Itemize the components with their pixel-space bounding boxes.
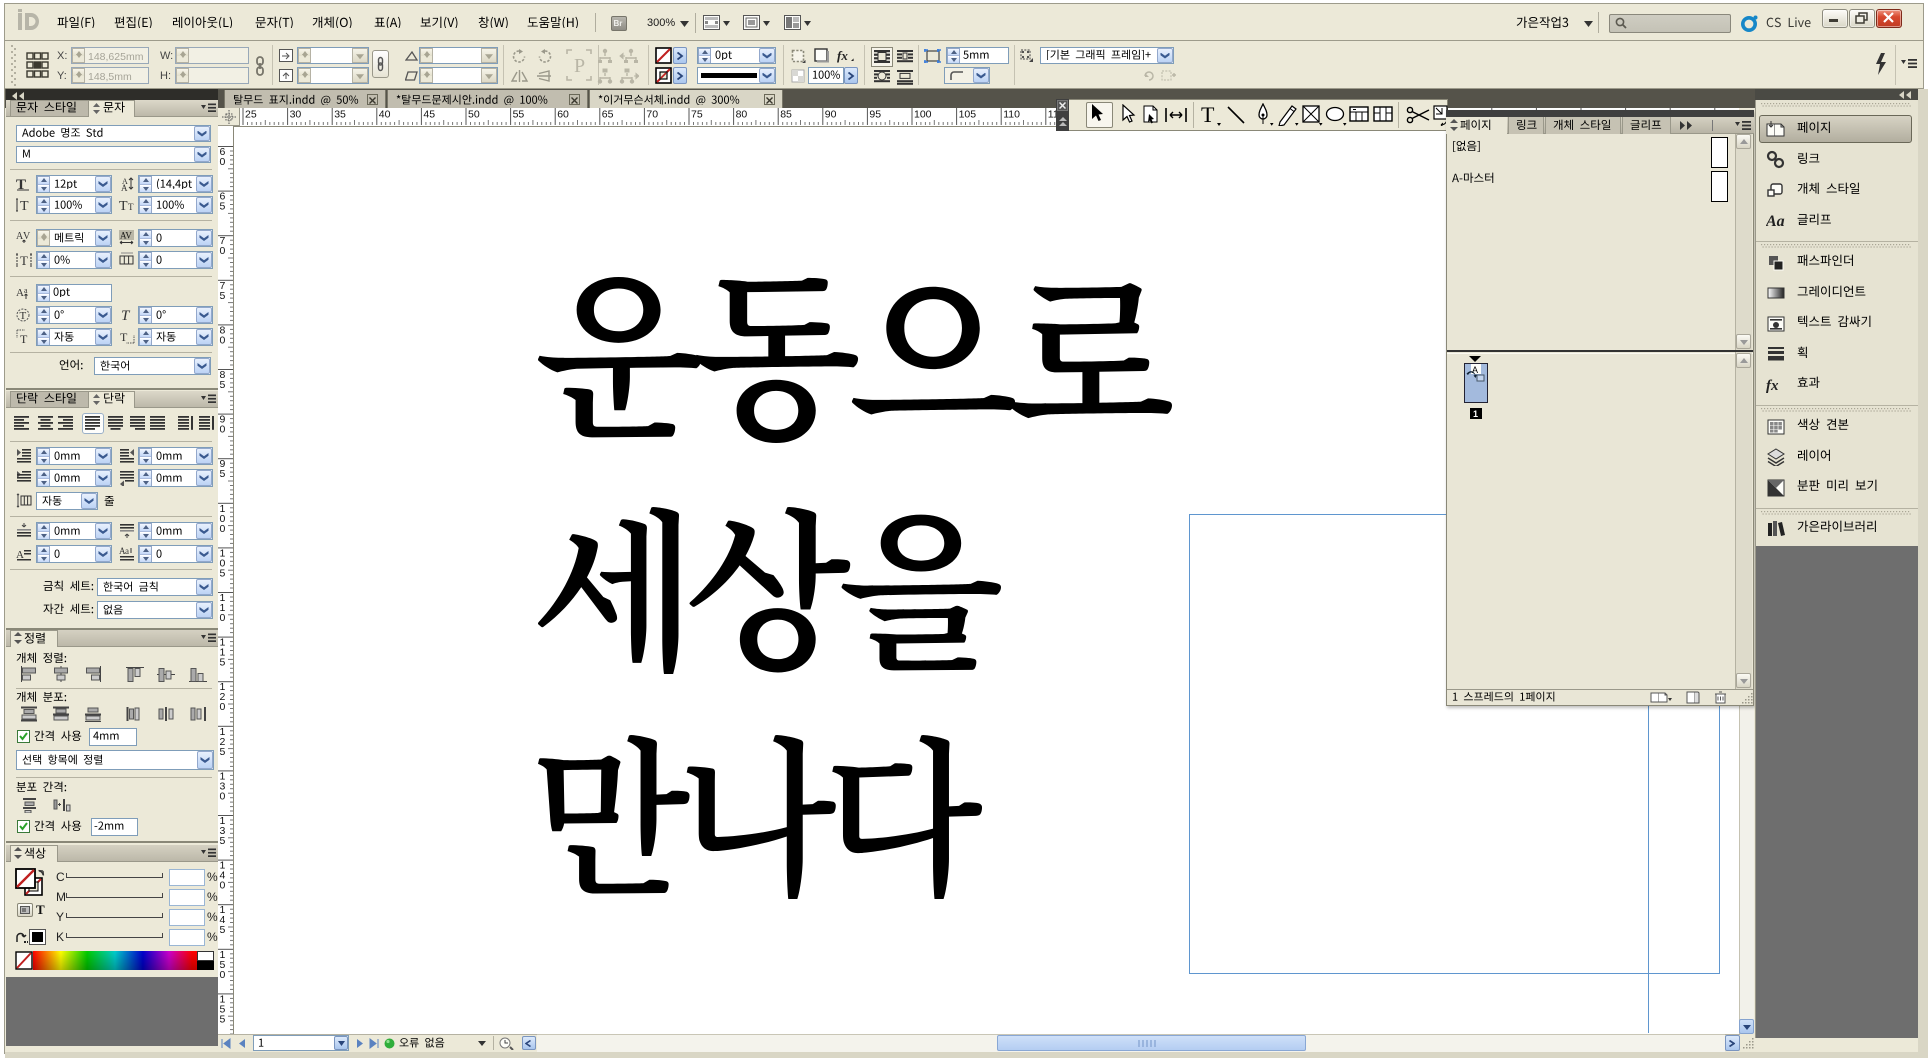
svg-text:T: T <box>128 202 134 212</box>
svg-text:5: 5 <box>220 379 226 391</box>
svg-text:5: 5 <box>220 1013 226 1025</box>
svg-text:A: A <box>1472 365 1478 375</box>
svg-text:a: a <box>125 546 129 556</box>
svg-text:0: 0 <box>220 790 226 802</box>
svg-text:5: 5 <box>220 746 226 758</box>
svg-text:5: 5 <box>220 201 226 213</box>
svg-text:25: 25 <box>245 109 257 121</box>
svg-text:55: 55 <box>513 109 525 121</box>
svg-text:85: 85 <box>780 109 792 121</box>
svg-text:110: 110 <box>1003 109 1020 121</box>
svg-text:90: 90 <box>825 109 837 121</box>
svg-text:95: 95 <box>869 109 881 121</box>
svg-text:0: 0 <box>220 245 226 257</box>
svg-text:0: 0 <box>220 969 226 981</box>
svg-text:T: T <box>20 310 27 322</box>
svg-text:45: 45 <box>423 109 435 121</box>
svg-text:P: P <box>574 55 585 77</box>
svg-text:T: T <box>120 330 128 344</box>
svg-text:0: 0 <box>220 424 226 436</box>
svg-text:5: 5 <box>220 924 226 936</box>
svg-text:5: 5 <box>220 657 226 669</box>
svg-text:T: T <box>20 199 29 213</box>
svg-text:T: T <box>121 308 131 323</box>
svg-text:0: 0 <box>220 334 226 346</box>
svg-text:35: 35 <box>334 109 346 121</box>
svg-text:AV: AV <box>120 231 132 241</box>
svg-text:50: 50 <box>468 109 480 121</box>
svg-text:65: 65 <box>602 109 614 121</box>
svg-text:5: 5 <box>220 468 226 480</box>
svg-text:T: T <box>20 253 28 268</box>
svg-text:T: T <box>20 332 28 345</box>
svg-text:80: 80 <box>736 109 748 121</box>
svg-text:T: T <box>1201 104 1215 126</box>
svg-text:A: A <box>121 183 128 192</box>
svg-text:0: 0 <box>220 523 226 535</box>
svg-text:Aa: Aa <box>1766 213 1785 230</box>
svg-text:0: 0 <box>220 156 226 168</box>
svg-text:5: 5 <box>220 835 226 847</box>
svg-text:5: 5 <box>220 567 226 579</box>
svg-text:fx: fx <box>837 49 848 63</box>
svg-text:0: 0 <box>220 701 226 713</box>
svg-text:100: 100 <box>914 109 932 121</box>
svg-text:a: a <box>24 286 28 295</box>
svg-text:T: T <box>119 199 128 213</box>
svg-text:fx: fx <box>1766 378 1779 394</box>
svg-text:5: 5 <box>220 290 226 302</box>
svg-text:60: 60 <box>557 109 569 121</box>
svg-text:70: 70 <box>646 109 658 121</box>
svg-text:75: 75 <box>691 109 703 121</box>
svg-text:0: 0 <box>220 612 226 624</box>
svg-text:A: A <box>16 287 24 299</box>
svg-text:30: 30 <box>290 109 302 121</box>
svg-text:0: 0 <box>220 880 226 892</box>
svg-text:40: 40 <box>379 109 391 121</box>
svg-text:105: 105 <box>959 109 977 121</box>
